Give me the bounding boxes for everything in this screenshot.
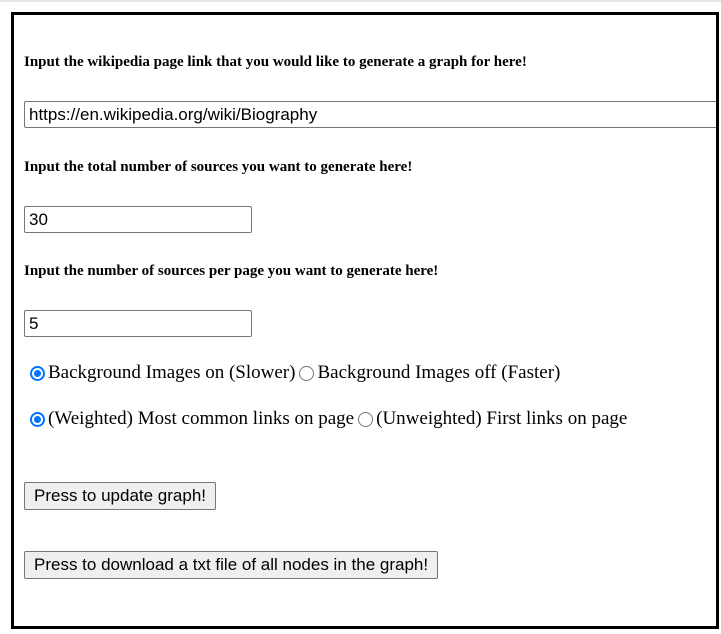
update-graph-button[interactable]: Press to update graph! bbox=[24, 482, 217, 510]
background-images-off-label: Background Images off (Faster) bbox=[317, 362, 561, 383]
background-images-on-label: Background Images on (Slower) bbox=[48, 362, 296, 383]
total-sources-input[interactable] bbox=[24, 206, 252, 233]
link-label: Input the wikipedia page link that you w… bbox=[24, 54, 527, 70]
link-mode-options: (Weighted) Most common links on page (Un… bbox=[30, 408, 631, 430]
weighted-links-radio[interactable] bbox=[30, 411, 45, 427]
graph-settings-panel: Input the wikipedia page link that you w… bbox=[11, 12, 719, 629]
total-sources-label: Input the total number of sources you wa… bbox=[24, 159, 413, 175]
download-nodes-button[interactable]: Press to download a txt file of all node… bbox=[24, 551, 439, 579]
background-images-on-radio[interactable] bbox=[30, 365, 45, 381]
unweighted-links-radio[interactable] bbox=[358, 411, 374, 427]
background-images-off-radio[interactable] bbox=[299, 365, 315, 381]
unweighted-links-label: (Unweighted) First links on page bbox=[376, 408, 628, 429]
wikipedia-link-input[interactable] bbox=[24, 101, 716, 128]
browser-top-divider bbox=[0, 0, 721, 2]
sources-per-page-input[interactable] bbox=[24, 310, 252, 337]
weighted-links-label: (Weighted) Most common links on page bbox=[48, 408, 355, 429]
sources-per-page-label: Input the number of sources per page you… bbox=[24, 263, 439, 279]
background-images-options: Background Images on (Slower) Background… bbox=[30, 362, 564, 384]
